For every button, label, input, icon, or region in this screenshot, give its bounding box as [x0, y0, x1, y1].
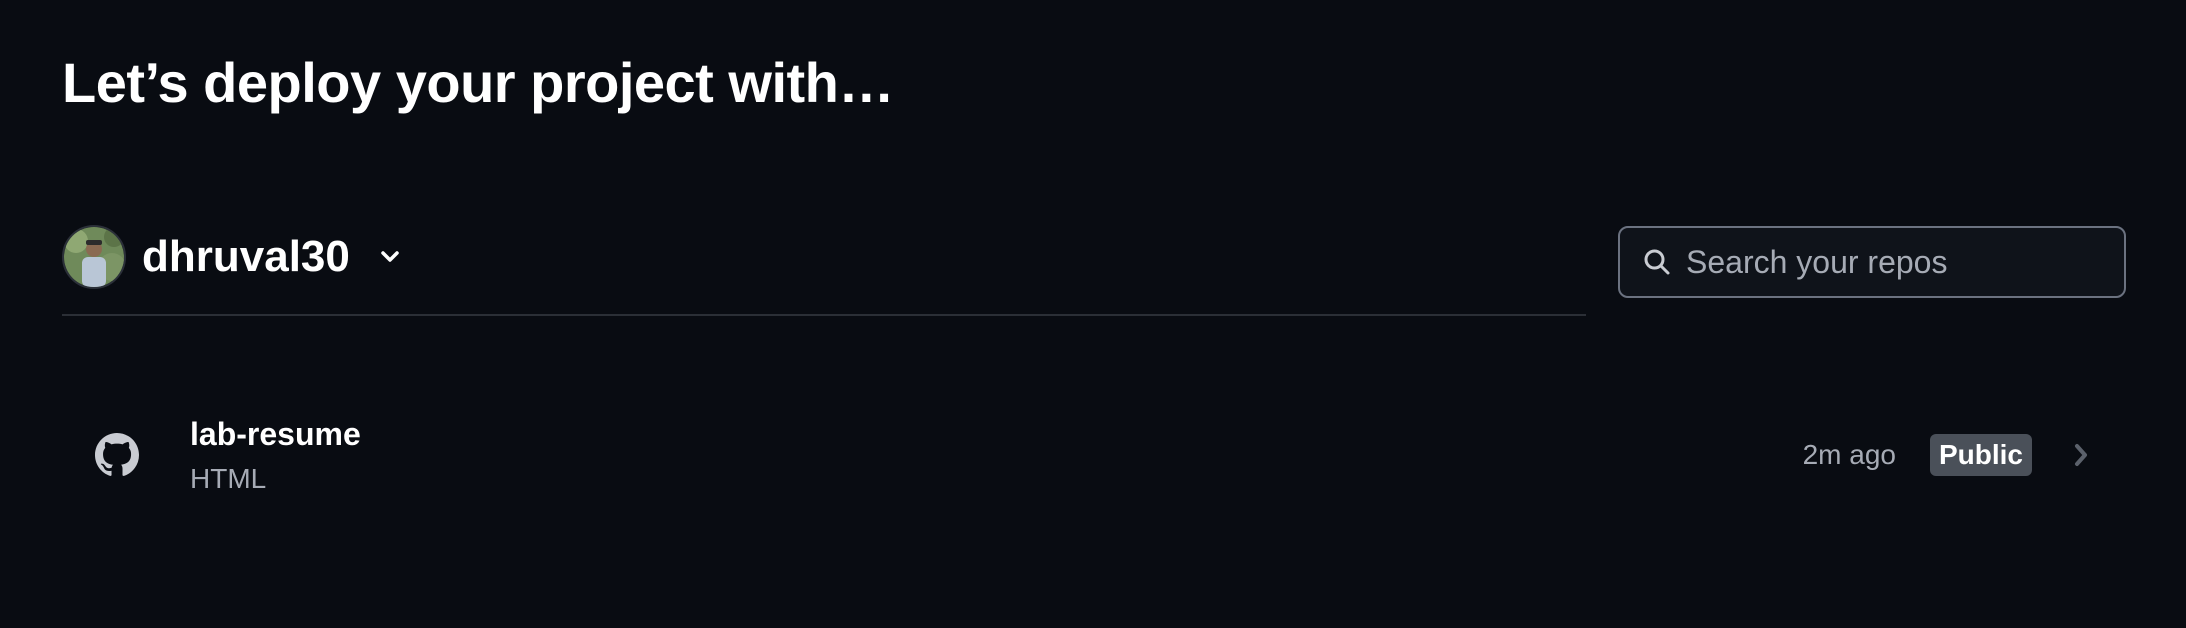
deploy-page: Let’s deploy your project with… dhruval3…	[0, 0, 2186, 628]
search-box[interactable]	[1618, 226, 2126, 298]
search-input[interactable]	[1686, 243, 2106, 281]
repo-row[interactable]: lab-resume HTML 2m ago Public	[62, 400, 2126, 510]
divider	[62, 314, 1586, 316]
visibility-badge: Public	[1929, 434, 2032, 476]
avatar	[62, 225, 126, 289]
account-switcher[interactable]: dhruval30	[62, 225, 400, 289]
repo-info: lab-resume HTML	[190, 416, 361, 495]
account-name: dhruval30	[142, 232, 350, 281]
chevron-down-icon[interactable]	[380, 250, 400, 264]
page-title: Let’s deploy your project with…	[62, 51, 894, 114]
search-icon	[1642, 247, 1672, 277]
github-icon	[62, 433, 172, 477]
repo-language: HTML	[190, 462, 267, 494]
repo-name[interactable]: lab-resume	[190, 416, 361, 453]
repo-meta: 2m ago Public	[1803, 400, 2090, 510]
repo-updated-time: 2m ago	[1802, 439, 1896, 470]
chevron-right-icon[interactable]	[2072, 442, 2090, 468]
